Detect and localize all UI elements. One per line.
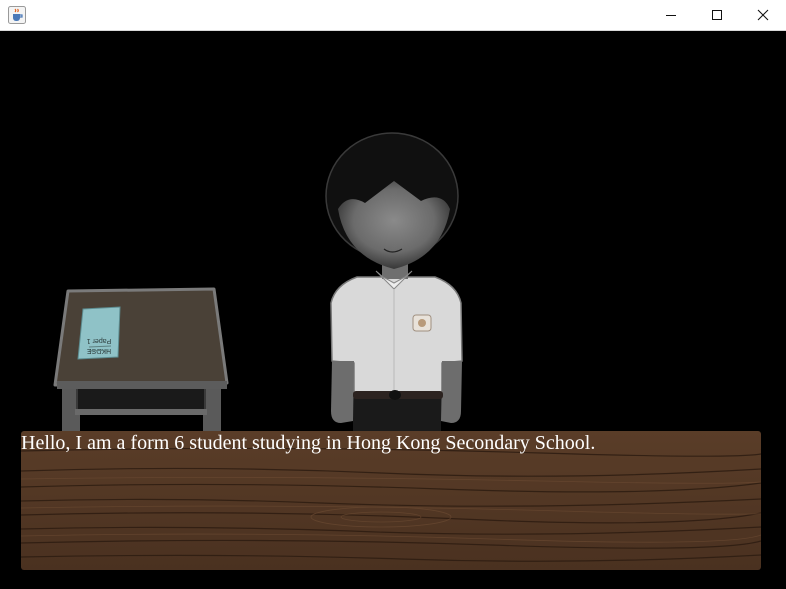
student-character[interactable] — [325, 132, 463, 453]
school-desk — [53, 287, 229, 439]
dialog-text: Hello, I am a form 6 student studying in… — [21, 432, 596, 454]
maximize-icon — [712, 10, 722, 20]
minimize-icon — [666, 15, 676, 16]
exam-paper-sublabel: Paper 1 — [87, 337, 112, 344]
game-scene[interactable]: HKDSE Paper 1 Hello, I am a form 6 stude… — [1, 31, 785, 588]
java-cup-icon[interactable] — [8, 6, 26, 24]
minimize-button[interactable] — [648, 0, 694, 30]
close-icon — [757, 9, 769, 21]
close-button[interactable] — [740, 0, 786, 30]
maximize-button[interactable] — [694, 0, 740, 30]
window-titlebar — [0, 0, 786, 31]
exam-paper[interactable]: HKDSE Paper 1 — [77, 306, 121, 360]
